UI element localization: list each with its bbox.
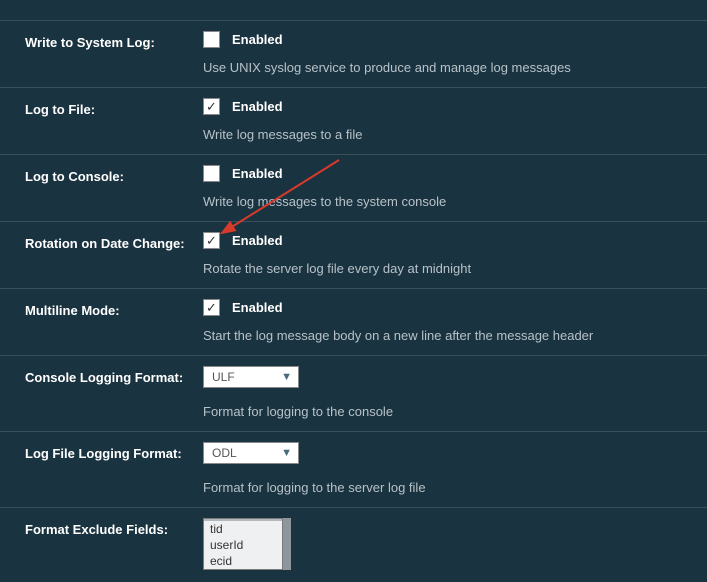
desc-write-to-system-log: Use UNIX syslog service to produce and m…: [203, 60, 697, 75]
field-console-logging-format: ULF ▼ Format for logging to the console: [203, 366, 707, 419]
row-format-exclude-fields: Format Exclude Fields: tid userId ecid: [0, 508, 707, 582]
checkbox-log-to-file[interactable]: ✓: [203, 98, 220, 115]
desc-log-file-logging-format: Format for logging to the server log fil…: [203, 480, 697, 495]
row-write-to-system-log: Write to System Log: Enabled Use UNIX sy…: [0, 20, 707, 88]
field-log-to-console: Enabled Write log messages to the system…: [203, 165, 707, 209]
row-log-to-file: Log to File: ✓ Enabled Write log message…: [0, 88, 707, 155]
listbox-format-exclude-fields[interactable]: tid userId ecid: [203, 518, 283, 570]
select-log-file-logging-format[interactable]: ODL ▼: [203, 442, 299, 464]
label-console-logging-format: Console Logging Format:: [0, 366, 203, 419]
enabled-label: Enabled: [232, 32, 283, 47]
chevron-down-icon: ▼: [281, 371, 292, 383]
label-log-file-logging-format: Log File Logging Format:: [0, 442, 203, 495]
desc-rotation-on-date-change: Rotate the server log file every day at …: [203, 261, 697, 276]
field-log-to-file: ✓ Enabled Write log messages to a file: [203, 98, 707, 142]
enabled-label: Enabled: [232, 166, 283, 181]
checkbox-rotation-on-date-change[interactable]: ✓: [203, 232, 220, 249]
enabled-label: Enabled: [232, 233, 283, 248]
field-rotation-on-date-change: ✓ Enabled Rotate the server log file eve…: [203, 232, 707, 276]
enabled-label: Enabled: [232, 99, 283, 114]
select-value: ODL: [212, 446, 237, 460]
checkbox-log-to-console[interactable]: [203, 165, 220, 182]
field-log-file-logging-format: ODL ▼ Format for logging to the server l…: [203, 442, 707, 495]
label-format-exclude-fields: Format Exclude Fields:: [0, 518, 203, 570]
label-log-to-file: Log to File:: [0, 98, 203, 142]
list-item[interactable]: tid: [204, 521, 282, 537]
label-write-to-system-log: Write to System Log:: [0, 31, 203, 75]
checkbox-multiline-mode[interactable]: ✓: [203, 299, 220, 316]
desc-log-to-file: Write log messages to a file: [203, 127, 697, 142]
scrollbar[interactable]: [283, 518, 291, 570]
row-console-logging-format: Console Logging Format: ULF ▼ Format for…: [0, 356, 707, 432]
desc-log-to-console: Write log messages to the system console: [203, 194, 697, 209]
list-item[interactable]: ecid: [204, 553, 282, 569]
desc-console-logging-format: Format for logging to the console: [203, 404, 697, 419]
chevron-down-icon: ▼: [281, 447, 292, 459]
field-write-to-system-log: Enabled Use UNIX syslog service to produ…: [203, 31, 707, 75]
desc-multiline-mode: Start the log message body on a new line…: [203, 328, 697, 343]
field-format-exclude-fields: tid userId ecid: [203, 518, 707, 570]
select-console-logging-format[interactable]: ULF ▼: [203, 366, 299, 388]
field-multiline-mode: ✓ Enabled Start the log message body on …: [203, 299, 707, 343]
checkbox-write-to-system-log[interactable]: [203, 31, 220, 48]
label-multiline-mode: Multiline Mode:: [0, 299, 203, 343]
enabled-label: Enabled: [232, 300, 283, 315]
row-rotation-on-date-change: Rotation on Date Change: ✓ Enabled Rotat…: [0, 222, 707, 289]
label-log-to-console: Log to Console:: [0, 165, 203, 209]
row-log-file-logging-format: Log File Logging Format: ODL ▼ Format fo…: [0, 432, 707, 508]
list-item[interactable]: userId: [204, 537, 282, 553]
select-value: ULF: [212, 370, 235, 384]
row-multiline-mode: Multiline Mode: ✓ Enabled Start the log …: [0, 289, 707, 356]
label-rotation-on-date-change: Rotation on Date Change:: [0, 232, 203, 276]
row-log-to-console: Log to Console: Enabled Write log messag…: [0, 155, 707, 222]
